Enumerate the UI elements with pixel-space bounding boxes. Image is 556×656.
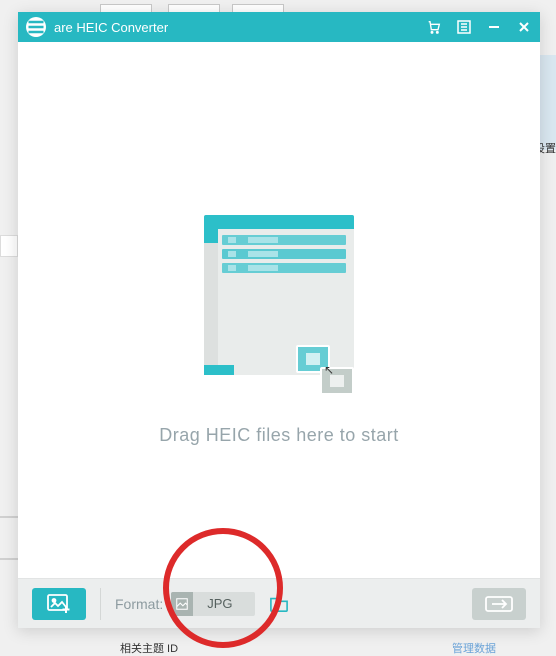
format-value: JPG: [193, 596, 254, 611]
format-type-icon: [171, 592, 193, 616]
format-select[interactable]: JPG: [171, 592, 254, 616]
separator: [100, 588, 101, 620]
menu-icon[interactable]: [456, 19, 472, 35]
drop-illustration-icon: ↖: [204, 215, 354, 405]
app-logo-icon: [26, 17, 46, 37]
window-controls: [426, 19, 532, 35]
cart-icon[interactable]: [426, 19, 442, 35]
bg-bottom-link: 管理数据: [452, 640, 496, 656]
minimize-button[interactable]: [486, 19, 502, 35]
bg-line: [0, 558, 19, 560]
file-drop-area[interactable]: ↖ Drag HEIC files here to start: [18, 42, 540, 578]
output-folder-button[interactable]: [265, 592, 293, 616]
convert-button[interactable]: [472, 588, 526, 620]
app-window: are HEIC Converter: [18, 12, 540, 628]
titlebar: are HEIC Converter: [18, 12, 540, 42]
bg-line: [0, 235, 18, 257]
add-files-button[interactable]: [32, 588, 86, 620]
bg-line: [0, 516, 19, 518]
bg-bottom-label: 相关主题 ID: [120, 640, 178, 656]
format-label: Format:: [115, 596, 163, 612]
drop-message: Drag HEIC files here to start: [159, 425, 399, 446]
bottom-toolbar: Format: JPG: [18, 578, 540, 628]
close-button[interactable]: [516, 19, 532, 35]
app-title: are HEIC Converter: [54, 20, 426, 35]
